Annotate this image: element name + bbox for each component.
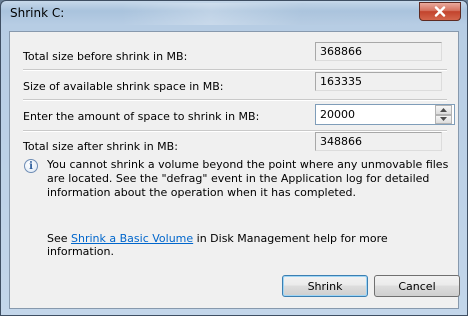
total-after-value: 348866 bbox=[315, 132, 442, 151]
shrink-basic-volume-link[interactable]: Shrink a Basic Volume bbox=[71, 232, 193, 245]
dialog-window: Shrink C: Total size before shrink in MB… bbox=[0, 0, 468, 316]
close-icon bbox=[434, 6, 446, 17]
total-before-value: 368866 bbox=[315, 42, 442, 61]
shrink-amount-stepper[interactable] bbox=[315, 104, 455, 125]
close-button[interactable] bbox=[419, 2, 461, 21]
shrink-amount-label: Enter the amount of space to shrink in M… bbox=[23, 110, 260, 123]
chevron-up-icon bbox=[440, 107, 447, 112]
chevron-down-icon bbox=[440, 117, 447, 122]
divider bbox=[23, 99, 447, 101]
available-space-value: 163335 bbox=[315, 72, 442, 91]
total-before-label: Total size before shrink in MB: bbox=[23, 50, 188, 63]
divider bbox=[23, 69, 447, 71]
help-line: See Shrink a Basic Volume in Disk Manage… bbox=[47, 232, 458, 258]
info-icon: i bbox=[24, 159, 38, 173]
stepper-down-button[interactable] bbox=[435, 114, 452, 124]
cancel-button[interactable]: Cancel bbox=[374, 275, 460, 297]
stepper-buttons bbox=[435, 105, 452, 124]
title-bar-glass bbox=[121, 3, 421, 25]
available-space-label: Size of available shrink space in MB: bbox=[23, 80, 224, 93]
shrink-button[interactable]: Shrink bbox=[282, 275, 368, 297]
total-after-label: Total size after shrink in MB: bbox=[23, 140, 178, 153]
window-title: Shrink C: bbox=[10, 6, 65, 20]
stepper-up-button[interactable] bbox=[435, 105, 452, 115]
info-message: You cannot shrink a volume beyond the po… bbox=[47, 158, 449, 199]
dialog-client-area: Total size before shrink in MB: 368866 S… bbox=[9, 31, 460, 309]
help-prefix: See bbox=[47, 232, 72, 245]
shrink-amount-input[interactable] bbox=[316, 105, 435, 124]
